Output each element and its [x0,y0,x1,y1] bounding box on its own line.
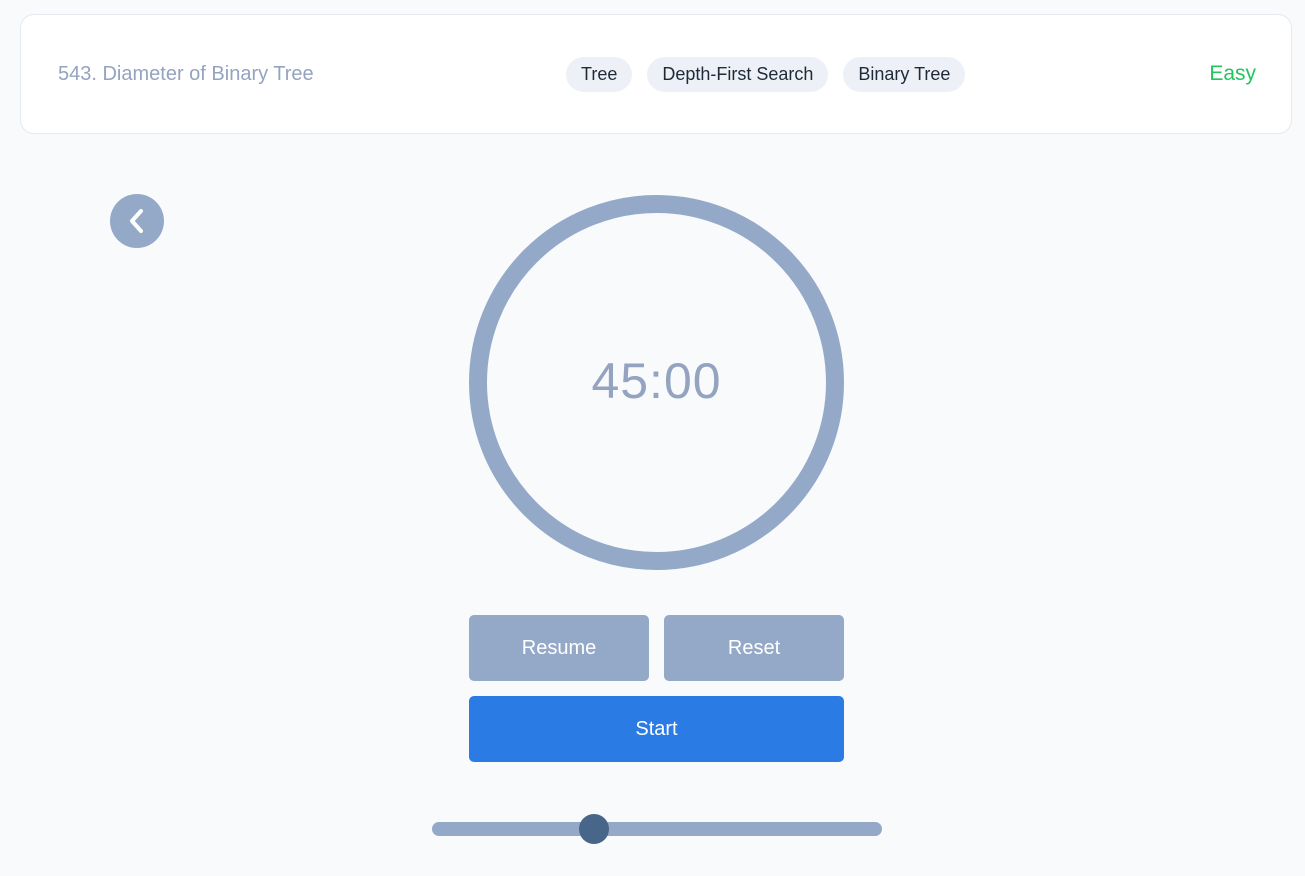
resume-button[interactable]: Resume [469,615,649,681]
start-button[interactable]: Start [469,696,844,762]
duration-slider-track[interactable] [432,822,882,836]
duration-slider-thumb[interactable] [579,814,609,844]
tag-list: Tree Depth-First Search Binary Tree [566,57,966,92]
problem-header: 543. Diameter of Binary Tree Tree Depth-… [20,14,1292,134]
timer-display: 45:00 [591,353,722,409]
problem-title[interactable]: 543. Diameter of Binary Tree [58,61,314,87]
tag-binary-tree[interactable]: Binary Tree [843,57,966,92]
back-button[interactable] [110,194,164,248]
tag-depth-first-search[interactable]: Depth-First Search [647,57,829,92]
chevron-left-icon [130,209,143,233]
tag-tree[interactable]: Tree [566,57,633,92]
difficulty-label: Easy [1209,62,1256,85]
reset-button[interactable]: Reset [664,615,844,681]
